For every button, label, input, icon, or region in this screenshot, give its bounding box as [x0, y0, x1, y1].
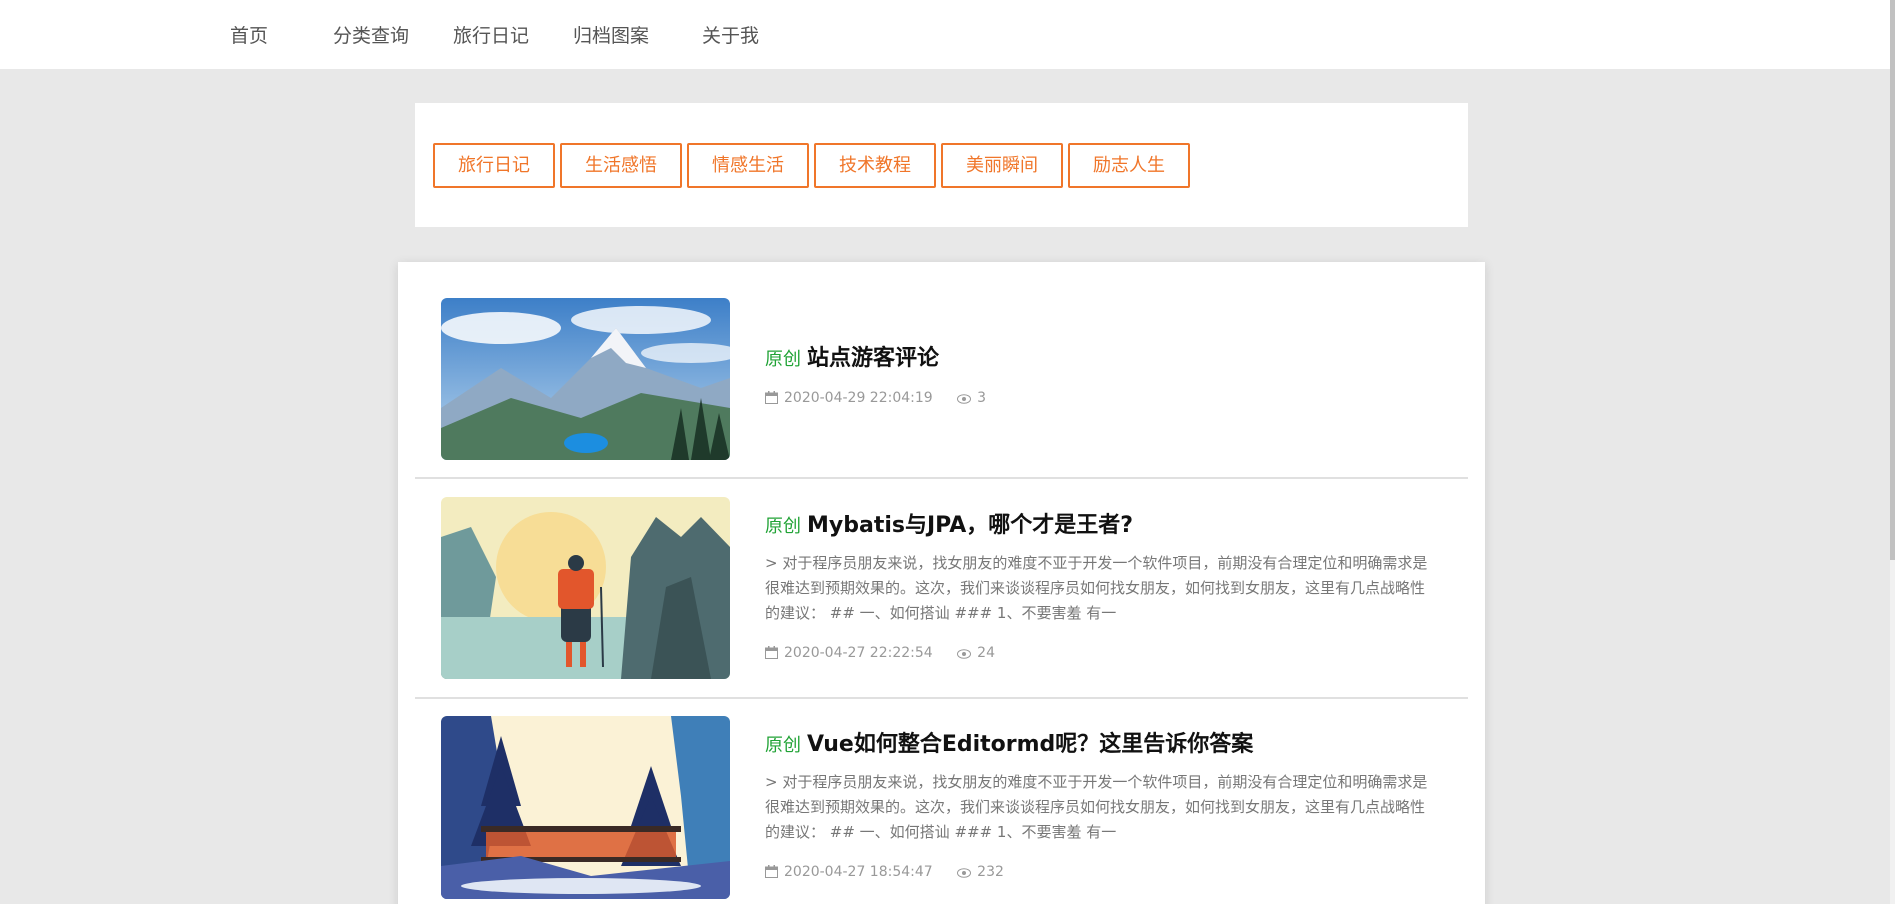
category-button-tech[interactable]: 技术教程	[814, 143, 936, 188]
scrollbar-thumb[interactable]	[1890, 0, 1895, 560]
eye-icon	[957, 392, 972, 408]
category-button-emotion[interactable]: 情感生活	[687, 143, 809, 188]
eye-icon	[957, 647, 972, 663]
article-title[interactable]: 站点游客评论	[807, 346, 939, 371]
article-thumbnail[interactable]	[441, 298, 730, 460]
original-tag: 原创	[765, 735, 801, 756]
nav-travel-diary[interactable]: 旅行日记	[453, 22, 529, 50]
article-title[interactable]: Vue如何整合Editormd呢？这里告诉你答案	[807, 732, 1253, 757]
article-meta: 2020-04-29 22:04:19 3	[765, 390, 986, 408]
article-date: 2020-04-27 18:54:47	[784, 864, 933, 880]
article-title-row: 原创 Mybatis与JPA，哪个才是王者?	[765, 507, 1133, 539]
nav-about[interactable]: 关于我	[702, 22, 759, 50]
article-date: 2020-04-27 22:22:54	[784, 645, 933, 661]
category-button-travel[interactable]: 旅行日记	[433, 143, 555, 188]
nav-home[interactable]: 首页	[230, 22, 268, 50]
eye-icon	[957, 866, 972, 882]
scrollbar[interactable]	[1890, 0, 1895, 904]
article-divider	[415, 477, 1468, 479]
article-list: 原创 站点游客评论 2020-04-29 22:04:19 3 原创 Mybat…	[398, 262, 1485, 904]
article-meta: 2020-04-27 18:54:47 232	[765, 864, 1004, 882]
category-button-inspiration[interactable]: 励志人生	[1068, 143, 1190, 188]
calendar-icon	[765, 391, 778, 408]
article-title-row: 原创 站点游客评论	[765, 340, 939, 372]
article-title-row: 原创 Vue如何整合Editormd呢？这里告诉你答案	[765, 726, 1253, 758]
calendar-icon	[765, 865, 778, 882]
article-views: 232	[977, 864, 1004, 880]
original-tag: 原创	[765, 349, 801, 370]
article-date: 2020-04-29 22:04:19	[784, 390, 933, 406]
category-button-moments[interactable]: 美丽瞬间	[941, 143, 1063, 188]
category-button-life[interactable]: 生活感悟	[560, 143, 682, 188]
article-views: 24	[977, 645, 995, 661]
article-excerpt: > 对于程序员朋友来说，找女朋友的难度不亚于开发一个软件项目，前期没有合理定位和…	[765, 773, 1428, 841]
article-meta: 2020-04-27 22:22:54 24	[765, 645, 995, 663]
article-thumbnail[interactable]	[441, 497, 730, 679]
nav-archive[interactable]: 归档图案	[573, 22, 649, 50]
article-views: 3	[977, 390, 987, 406]
nav-category-search[interactable]: 分类查询	[333, 22, 409, 50]
article-divider	[415, 697, 1468, 699]
category-panel: 旅行日记 生活感悟 情感生活 技术教程 美丽瞬间 励志人生	[415, 103, 1468, 227]
article-excerpt: > 对于程序员朋友来说，找女朋友的难度不亚于开发一个软件项目，前期没有合理定位和…	[765, 554, 1428, 622]
article-title[interactable]: Mybatis与JPA，哪个才是王者?	[807, 513, 1133, 538]
top-nav: 首页 分类查询 旅行日记 归档图案 关于我	[0, 0, 1895, 69]
original-tag: 原创	[765, 516, 801, 537]
article-thumbnail[interactable]	[441, 716, 730, 899]
calendar-icon	[765, 646, 778, 663]
